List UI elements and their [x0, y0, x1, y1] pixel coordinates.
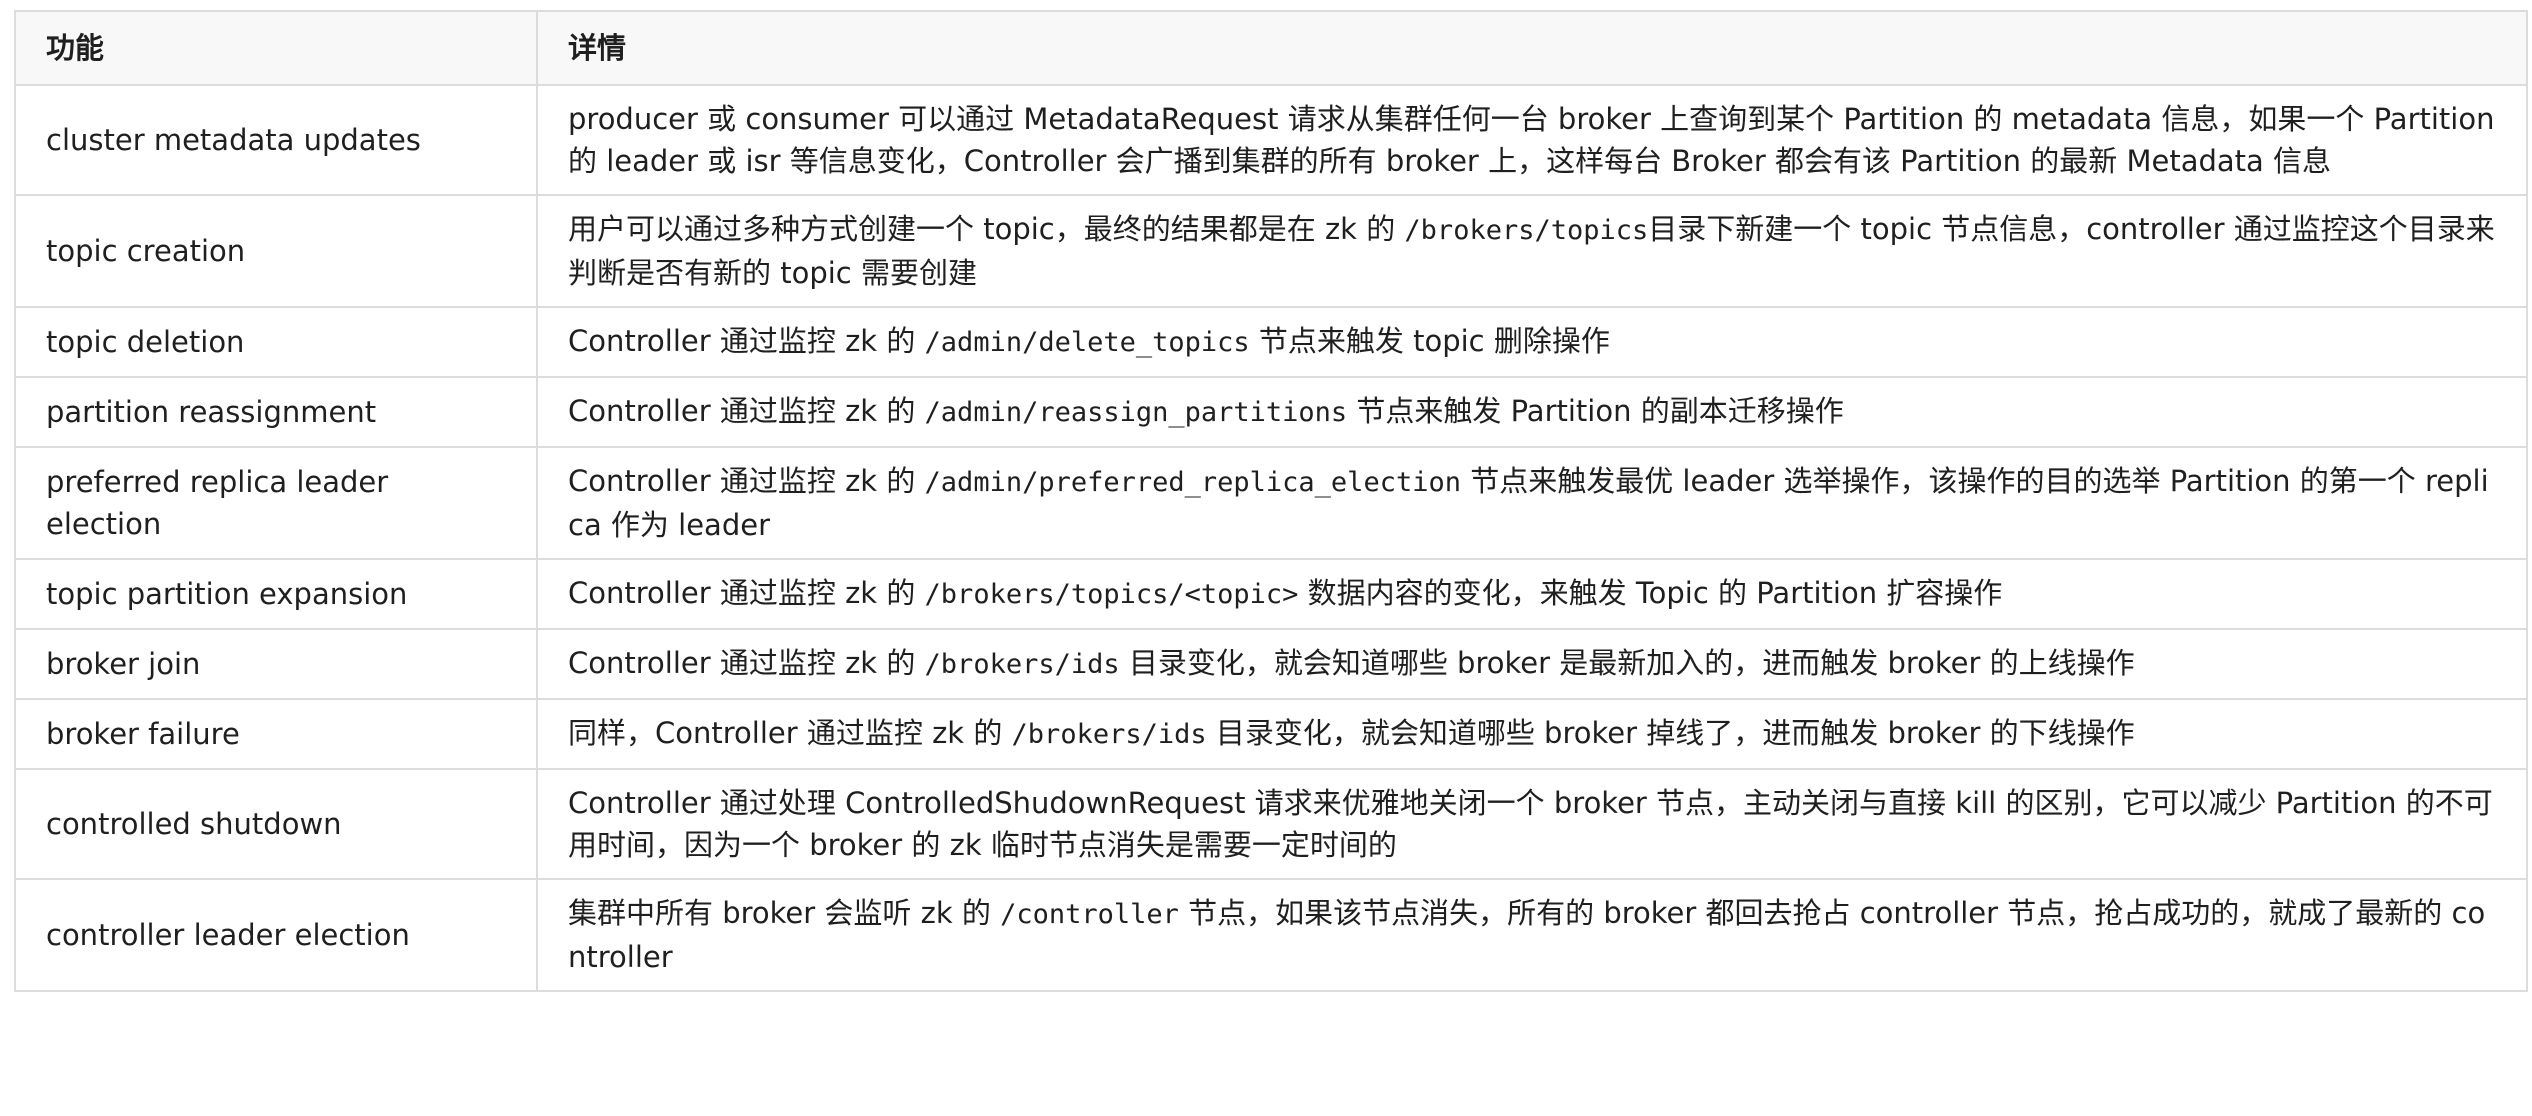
zk-path-code: /admin/reassign_partitions: [924, 397, 1348, 428]
table-row: controller leader election 集群中所有 broker 会…: [14, 878, 2528, 992]
zk-path-code: /brokers/topics: [1404, 215, 1649, 246]
detail-text: Controller 通过监控 zk 的: [568, 646, 925, 680]
controller-features-table: 功能 详情 cluster metadata updates producer 或…: [14, 10, 2528, 992]
feature-detail-cell: 用户可以通过多种方式创建一个 topic，最终的结果都是在 zk 的 /brok…: [536, 194, 2528, 308]
detail-text: Controller 通过处理 ControlledShudownRequest…: [568, 786, 2493, 862]
feature-name-cell: broker failure: [14, 698, 538, 770]
table-row: topic deletion Controller 通过监控 zk 的 /admi…: [14, 306, 2528, 378]
zk-path-code: /admin/delete_topics: [924, 327, 1250, 358]
detail-text: 同样，Controller 通过监控 zk 的: [568, 716, 1012, 750]
feature-name-cell: topic creation: [14, 194, 538, 308]
detail-text: 数据内容的变化，来触发 Topic 的 Partition 扩容操作: [1298, 576, 2003, 610]
table-row: partition reassignment Controller 通过监控 zk…: [14, 376, 2528, 448]
feature-detail-cell: Controller 通过监控 zk 的 /admin/preferred_re…: [536, 446, 2528, 560]
table-header-row: 功能 详情: [14, 10, 2528, 86]
detail-text: 集群中所有 broker 会监听 zk 的: [568, 896, 1001, 930]
detail-text: 节点来触发 topic 删除操作: [1249, 324, 1610, 358]
feature-detail-cell: Controller 通过监控 zk 的 /admin/reassign_par…: [536, 376, 2528, 448]
zk-path-code: /controller: [1000, 899, 1179, 930]
table-row: broker failure 同样，Controller 通过监控 zk 的 /b…: [14, 698, 2528, 770]
feature-detail-cell: Controller 通过监控 zk 的 /admin/delete_topic…: [536, 306, 2528, 378]
table-row: controlled shutdown Controller 通过处理 Contr…: [14, 768, 2528, 880]
feature-name-cell: partition reassignment: [14, 376, 538, 448]
feature-detail-cell: Controller 通过处理 ControlledShudownRequest…: [536, 768, 2528, 880]
feature-detail-cell: Controller 通过监控 zk 的 /brokers/topics/<to…: [536, 558, 2528, 630]
detail-text: Controller 通过监控 zk 的: [568, 324, 925, 358]
header-feature: 功能: [14, 10, 538, 86]
table-row: cluster metadata updates producer 或 consu…: [14, 84, 2528, 196]
zk-path-code: /brokers/topics/<topic>: [924, 579, 1299, 610]
feature-detail-cell: 同样，Controller 通过监控 zk 的 /brokers/ids 目录变…: [536, 698, 2528, 770]
feature-detail-cell: 集群中所有 broker 会监听 zk 的 /controller 节点，如果该…: [536, 878, 2528, 992]
table-row: broker join Controller 通过监控 zk 的 /brokers…: [14, 628, 2528, 700]
feature-table-container: 功能 详情 cluster metadata updates producer 或…: [14, 10, 2528, 992]
table-row: preferred replica leader election Control…: [14, 446, 2528, 560]
feature-detail-cell: producer 或 consumer 可以通过 MetadataRequest…: [536, 84, 2528, 196]
table-row: topic creation 用户可以通过多种方式创建一个 topic，最终的结果…: [14, 194, 2528, 308]
zk-path-code: /brokers/ids: [1011, 719, 1207, 750]
feature-name-cell: preferred replica leader election: [14, 446, 538, 560]
feature-detail-cell: Controller 通过监控 zk 的 /brokers/ids 目录变化，就…: [536, 628, 2528, 700]
feature-name-cell: controlled shutdown: [14, 768, 538, 880]
detail-text: Controller 通过监控 zk 的: [568, 464, 925, 498]
detail-text: 用户可以通过多种方式创建一个 topic，最终的结果都是在 zk 的: [568, 212, 1405, 246]
detail-text: Controller 通过监控 zk 的: [568, 394, 925, 428]
zk-path-code: /admin/preferred_replica_election: [924, 467, 1461, 498]
feature-name-cell: broker join: [14, 628, 538, 700]
feature-name-cell: controller leader election: [14, 878, 538, 992]
detail-text: 目录变化，就会知道哪些 broker 是最新加入的，进而触发 broker 的上…: [1119, 646, 2135, 680]
zk-path-code: /brokers/ids: [924, 649, 1120, 680]
detail-text: 节点来触发 Partition 的副本迁移操作: [1347, 394, 1844, 428]
feature-name-cell: topic deletion: [14, 306, 538, 378]
detail-text: Controller 通过监控 zk 的: [568, 576, 925, 610]
detail-text: producer 或 consumer 可以通过 MetadataRequest…: [568, 102, 2495, 178]
feature-name-cell: cluster metadata updates: [14, 84, 538, 196]
detail-text: 目录变化，就会知道哪些 broker 掉线了，进而触发 broker 的下线操作: [1206, 716, 2135, 750]
table-body: cluster metadata updates producer 或 consu…: [14, 84, 2528, 992]
table-row: topic partition expansion Controller 通过监控…: [14, 558, 2528, 630]
feature-name-cell: topic partition expansion: [14, 558, 538, 630]
header-detail: 详情: [536, 10, 2528, 86]
